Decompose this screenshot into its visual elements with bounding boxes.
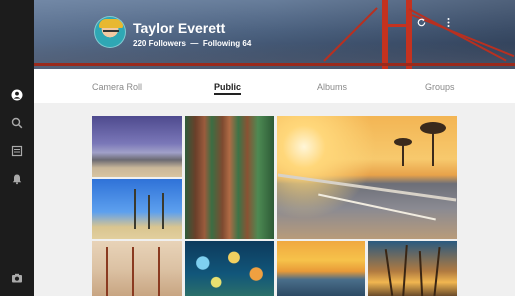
tab-albums[interactable]: Albums	[317, 82, 347, 92]
bridge-tower	[382, 0, 388, 69]
photo-sea-sunset[interactable]	[277, 241, 365, 296]
refresh-icon[interactable]	[414, 15, 428, 29]
tab-public[interactable]: Public	[214, 82, 241, 92]
pier-post	[132, 247, 134, 296]
followers-count[interactable]: 220 Followers	[133, 39, 186, 48]
photo-bokeh-lights[interactable]	[185, 241, 274, 296]
grass-stalk	[433, 247, 441, 296]
photo-grass-sunset[interactable]	[368, 241, 457, 296]
search-icon[interactable]	[9, 115, 25, 131]
road-line	[277, 173, 457, 202]
sidebar	[0, 0, 34, 296]
following-count[interactable]: Following 64	[203, 39, 251, 48]
stats-separator: —	[190, 39, 199, 48]
photo-palm-trees[interactable]	[92, 179, 182, 239]
palm-trunk	[148, 195, 150, 229]
bell-icon[interactable]	[9, 171, 25, 187]
grass-stalk	[418, 250, 424, 296]
user-name: Taylor Everett	[133, 20, 226, 36]
palm-crown	[420, 122, 446, 134]
avatar-hat	[99, 19, 123, 28]
grass-stalk	[402, 244, 408, 296]
more-icon[interactable]	[441, 15, 455, 29]
road-line	[318, 193, 436, 221]
avatar-glasses	[103, 30, 119, 34]
photo-purple-desert[interactable]	[92, 116, 182, 177]
pier-post	[158, 247, 160, 296]
photo-redwood-forest[interactable]	[185, 116, 274, 239]
bridge-deck	[34, 63, 515, 66]
tab-groups[interactable]: Groups	[425, 82, 455, 92]
active-tab-indicator	[214, 93, 241, 95]
palm-crown	[394, 138, 412, 146]
news-icon[interactable]	[9, 143, 25, 159]
photo-sunset-road[interactable]	[277, 116, 457, 239]
tab-camera-roll[interactable]: Camera Roll	[92, 82, 142, 92]
pier-post	[106, 247, 108, 296]
grass-stalk	[384, 249, 394, 296]
palm-trunk	[134, 189, 136, 229]
bridge-crossbeam	[382, 24, 412, 27]
palm-trunk	[162, 193, 164, 229]
camera-icon[interactable]	[9, 270, 25, 286]
photo-pier-posts[interactable]	[92, 241, 182, 296]
user-stats: 220 Followers — Following 64	[133, 39, 251, 48]
avatar[interactable]	[94, 16, 126, 48]
profile-icon[interactable]	[9, 87, 25, 103]
